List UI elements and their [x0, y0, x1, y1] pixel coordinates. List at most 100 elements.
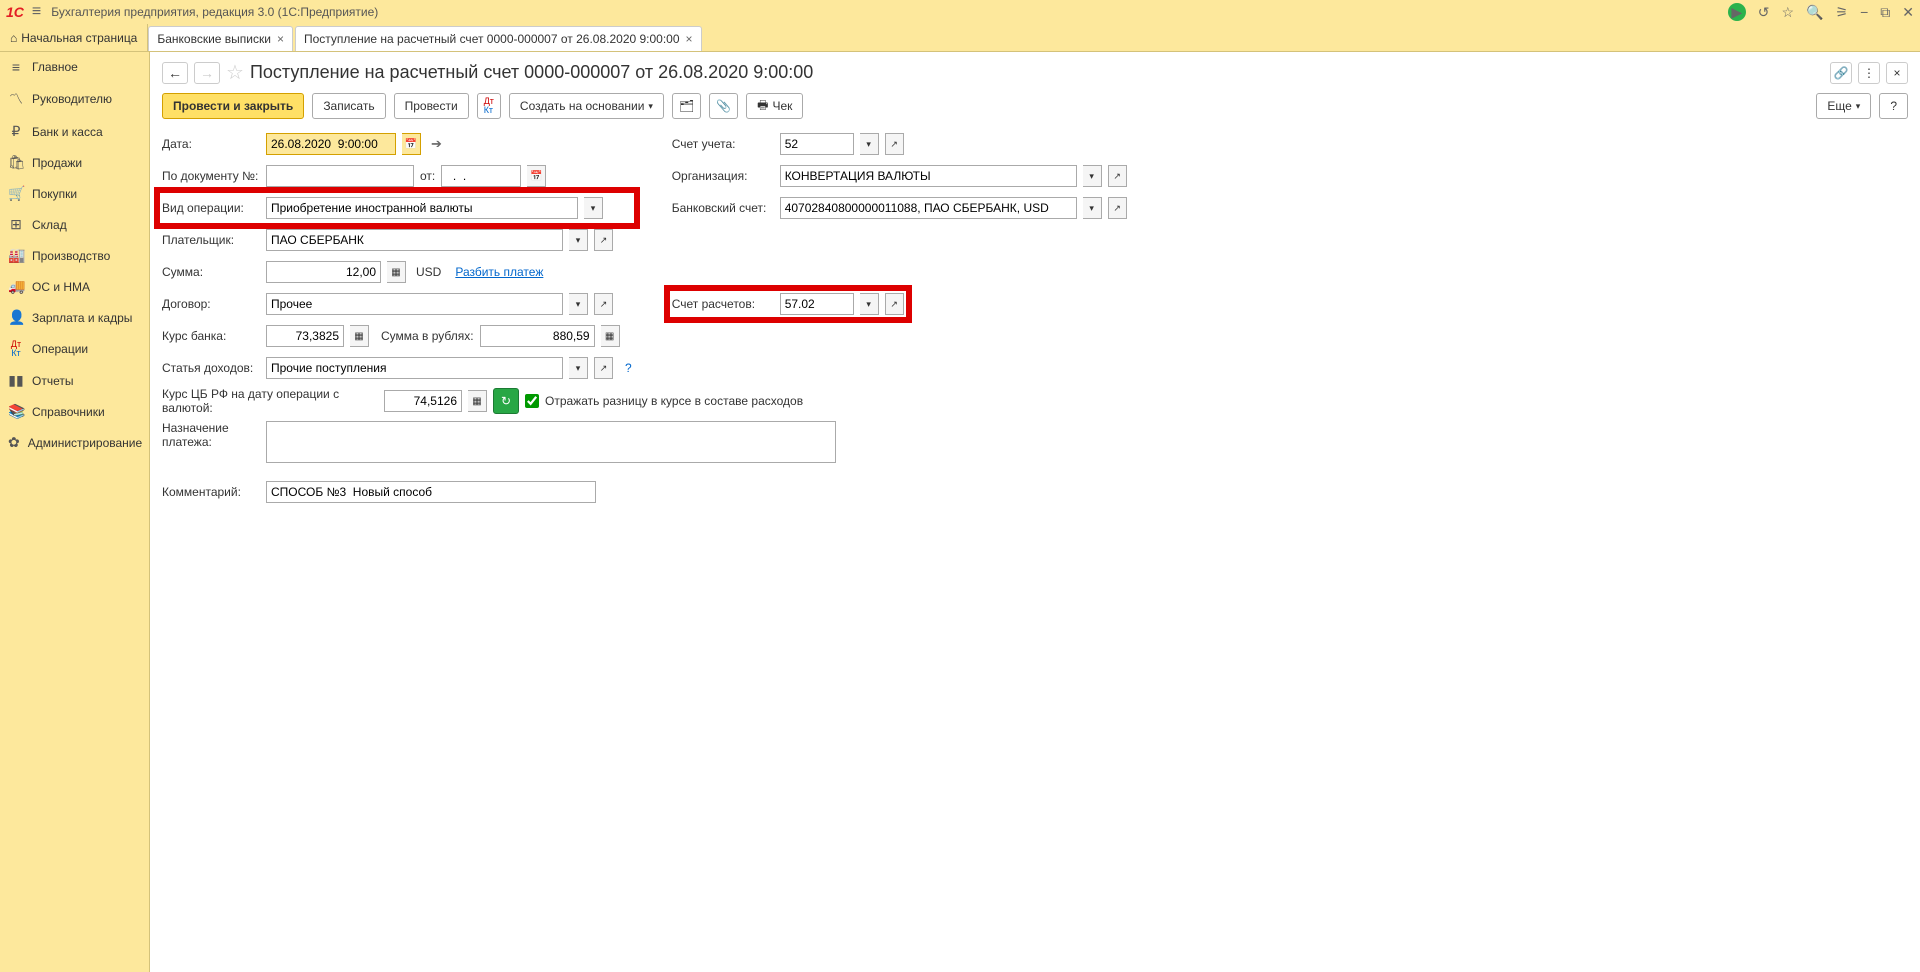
- create-based-on-button[interactable]: Создать на основании▾: [509, 93, 664, 119]
- row-sum: Сумма: ▦ USD Разбить платеж: [162, 259, 632, 285]
- open-ref-icon[interactable]: ↗: [885, 133, 904, 155]
- maximize-icon[interactable]: ⧉: [1880, 4, 1890, 21]
- sidebar-item-main[interactable]: ≡Главное: [0, 52, 149, 82]
- favorite-star-icon[interactable]: ☆: [226, 60, 244, 85]
- sidebar-item-catalogs[interactable]: 📚Справочники: [0, 396, 149, 427]
- contract-input[interactable]: [266, 293, 563, 315]
- account-input[interactable]: [780, 133, 854, 155]
- filter-icon[interactable]: ⚞: [1836, 4, 1849, 21]
- tab-close-icon[interactable]: ×: [277, 32, 284, 46]
- calendar-icon[interactable]: 📅: [527, 165, 546, 187]
- dropdown-icon[interactable]: ▾: [1083, 165, 1102, 187]
- history-icon[interactable]: ↺: [1758, 4, 1770, 21]
- search-icon[interactable]: 🔍: [1806, 4, 1823, 21]
- income-item-input[interactable]: [266, 357, 563, 379]
- tab-receipt[interactable]: Поступление на расчетный счет 0000-00000…: [295, 26, 702, 51]
- sidebar-item-sales[interactable]: 🛍Продажи: [0, 147, 149, 178]
- open-ref-icon[interactable]: ↗: [594, 357, 613, 379]
- calc-icon[interactable]: ▦: [350, 325, 369, 347]
- link-icon-button[interactable]: 🔗: [1830, 62, 1852, 84]
- calc-icon[interactable]: ▦: [601, 325, 620, 347]
- comment-input[interactable]: [266, 481, 596, 503]
- kebab-menu-icon[interactable]: ⋮: [1858, 62, 1880, 84]
- date-input[interactable]: [266, 133, 396, 155]
- notification-icon[interactable]: ▶: [1728, 3, 1746, 21]
- payer-input[interactable]: [266, 229, 563, 251]
- help-link-icon[interactable]: ?: [625, 361, 632, 375]
- tab-home[interactable]: ⌂ Начальная страница: [0, 24, 148, 51]
- button-label: Чек: [772, 99, 792, 113]
- calendar-icon[interactable]: 📅: [402, 133, 421, 155]
- sidebar-item-manager[interactable]: 〽Руководителю: [0, 82, 149, 116]
- reflect-diff-checkbox[interactable]: Отражать разницу в курсе в составе расхо…: [525, 394, 803, 408]
- chevron-down-icon: ▾: [1856, 101, 1861, 112]
- settle-acct-input[interactable]: [780, 293, 854, 315]
- calc-icon[interactable]: ▦: [468, 390, 487, 412]
- sidebar-item-assets[interactable]: 🚚ОС и НМА: [0, 271, 149, 302]
- rub-sum-input[interactable]: [480, 325, 595, 347]
- sidebar-item-warehouse[interactable]: ⊞Склад: [0, 209, 149, 240]
- dropdown-icon[interactable]: ▾: [584, 197, 603, 219]
- bank-acct-input[interactable]: [780, 197, 1077, 219]
- bar-chart-icon: ▮▮: [8, 372, 24, 389]
- doc-no-input[interactable]: [266, 165, 414, 187]
- menu-icon[interactable]: ≡: [32, 3, 41, 21]
- dropdown-icon[interactable]: ▾: [860, 133, 879, 155]
- star-icon[interactable]: ☆: [1782, 4, 1795, 21]
- sidebar-item-admin[interactable]: ✿Администрирование: [0, 427, 149, 458]
- dropdown-icon[interactable]: ▾: [569, 357, 588, 379]
- save-button[interactable]: Записать: [312, 93, 385, 119]
- dropdown-icon[interactable]: ▾: [860, 293, 879, 315]
- truck-icon: 🚚: [8, 278, 24, 295]
- tab-home-label: Начальная страница: [21, 31, 137, 45]
- close-icon[interactable]: ✕: [1902, 4, 1914, 21]
- reflect-diff-input[interactable]: [525, 394, 539, 408]
- bank-rate-input[interactable]: [266, 325, 344, 347]
- sidebar-item-purchases[interactable]: 🛒Покупки: [0, 178, 149, 209]
- comment-label: Комментарий:: [162, 485, 260, 499]
- sidebar-item-production[interactable]: 🏭Производство: [0, 240, 149, 271]
- calc-icon[interactable]: ▦: [387, 261, 406, 283]
- open-ref-icon[interactable]: ↗: [1108, 165, 1127, 187]
- post-and-close-button[interactable]: Провести и закрыть: [162, 93, 304, 119]
- button-label: Провести и закрыть: [173, 99, 293, 113]
- dropdown-icon[interactable]: ▾: [569, 293, 588, 315]
- post-button[interactable]: Провести: [394, 93, 469, 119]
- attach-button[interactable]: 📎: [709, 93, 738, 119]
- open-ref-icon[interactable]: ↗: [594, 293, 613, 315]
- structure-button[interactable]: 🗂: [672, 93, 701, 119]
- tab-bank-statements[interactable]: Банковские выписки ×: [148, 26, 293, 51]
- main-layout: ≡Главное 〽Руководителю ₽Банк и касса 🛍Пр…: [0, 52, 1920, 972]
- open-ref-icon[interactable]: ↗: [594, 229, 613, 251]
- minimize-icon[interactable]: −: [1860, 4, 1868, 20]
- sidebar-item-label: Покупки: [32, 187, 77, 201]
- op-type-input[interactable]: [266, 197, 578, 219]
- cbrf-rate-input[interactable]: [384, 390, 462, 412]
- form-right-col: Счет учета: ▾ ↗ Организация: ▾ ↗ Банковс…: [672, 131, 1127, 381]
- tab-close-icon[interactable]: ×: [686, 32, 693, 46]
- dtct-button[interactable]: ДтКт: [477, 93, 501, 119]
- back-button[interactable]: ←: [162, 62, 188, 84]
- sidebar-item-reports[interactable]: ▮▮Отчеты: [0, 365, 149, 396]
- refresh-rate-button[interactable]: ↻: [493, 388, 519, 414]
- sidebar-item-label: Производство: [32, 249, 110, 263]
- dropdown-icon[interactable]: ▾: [569, 229, 588, 251]
- open-ref-icon[interactable]: ↗: [1108, 197, 1127, 219]
- help-button[interactable]: ?: [1879, 93, 1908, 119]
- open-ref-icon[interactable]: ↗: [885, 293, 904, 315]
- more-button[interactable]: Еще▾: [1816, 93, 1871, 119]
- close-document-button[interactable]: ×: [1886, 62, 1908, 84]
- dropdown-icon[interactable]: ▾: [1083, 197, 1102, 219]
- doc-no-date-input[interactable]: [441, 165, 521, 187]
- purpose-textarea[interactable]: [266, 421, 836, 463]
- sidebar-item-operations[interactable]: ДтКтОперации: [0, 333, 149, 365]
- sum-input[interactable]: [266, 261, 381, 283]
- sidebar-item-hr[interactable]: 👤Зарплата и кадры: [0, 302, 149, 333]
- check-button[interactable]: 🖶Чек: [746, 93, 803, 119]
- sidebar-item-bank[interactable]: ₽Банк и касса: [0, 116, 149, 147]
- org-input[interactable]: [780, 165, 1077, 187]
- split-payment-link[interactable]: Разбить платеж: [455, 265, 543, 279]
- account-label: Счет учета:: [672, 137, 774, 151]
- go-icon[interactable]: ➔: [431, 136, 442, 152]
- forward-button[interactable]: →: [194, 62, 220, 84]
